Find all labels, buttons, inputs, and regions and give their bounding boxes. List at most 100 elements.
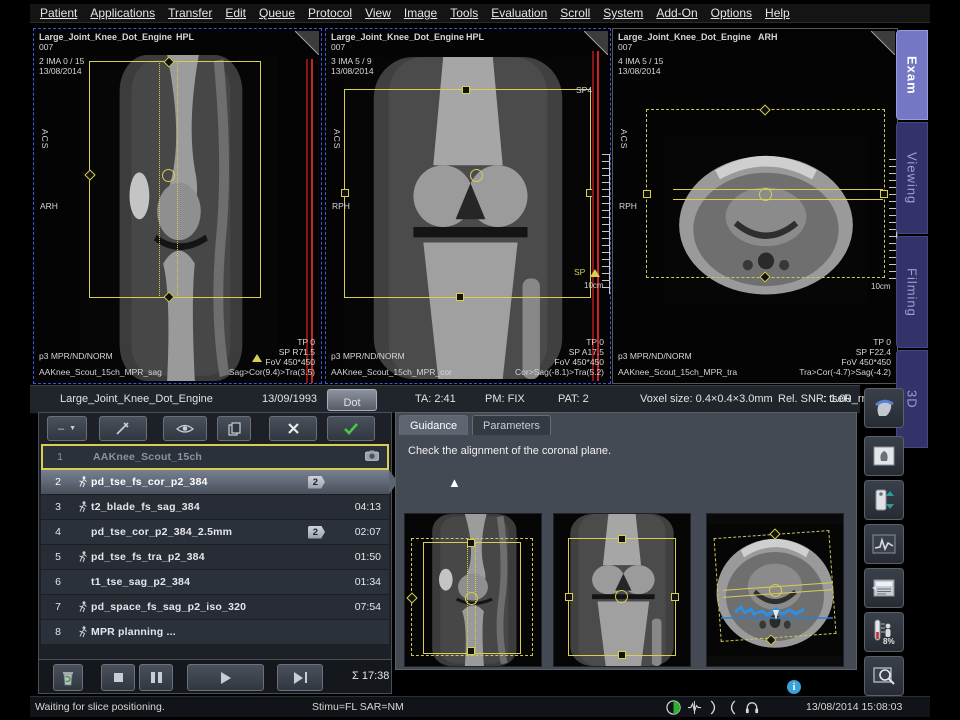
menu-evaluation[interactable]: Evaluation <box>491 6 547 20</box>
dot-button[interactable]: Dot <box>327 389 377 411</box>
patient-head-tool-button[interactable] <box>864 388 904 428</box>
tab-filming[interactable]: Filming <box>896 236 928 348</box>
image-orientation-tool-button[interactable] <box>864 436 904 476</box>
resize-handle[interactable] <box>341 189 349 197</box>
recycle-button[interactable] <box>53 664 83 691</box>
scale-label: 10cm <box>584 281 604 290</box>
vp-date: 13/08/2014 <box>618 66 661 76</box>
menu-scroll[interactable]: Scroll <box>560 6 590 20</box>
vp-plane-label: ARH <box>758 32 778 42</box>
viewport-sagittal[interactable]: Large_Joint_Knee_Dot_Engine HPL 007 2 IM… <box>33 28 322 384</box>
runner-icon <box>75 551 91 563</box>
queue-row-4[interactable]: 4 pd_tse_cor_p2_384_2.5mm 2 02:07 <box>41 520 389 545</box>
resize-handle[interactable] <box>643 190 651 198</box>
menu-queue[interactable]: Queue <box>259 6 295 20</box>
tab-viewing-label: Viewing <box>905 152 920 204</box>
tab-exam[interactable]: Exam <box>896 30 928 120</box>
sar-level-tool-button[interactable]: 8% <box>864 612 904 652</box>
row-number: 6 <box>41 576 75 588</box>
physio-chart-tool-button[interactable] <box>864 524 904 564</box>
center-handle[interactable] <box>162 169 175 182</box>
apply-button[interactable] <box>327 416 375 441</box>
vp-proc: p3 MPR/ND/NORM <box>618 351 692 361</box>
start-button[interactable] <box>187 664 264 691</box>
slice-box-overlay[interactable] <box>89 61 261 298</box>
exam-form-tool-button[interactable] <box>864 568 904 608</box>
corner-fold-icon[interactable] <box>584 31 608 55</box>
zoom-tool-button[interactable] <box>864 656 904 696</box>
guidance-thumb-coronal[interactable] <box>553 513 691 667</box>
patient-table-icon <box>872 488 896 512</box>
menu-view[interactable]: View <box>365 6 391 20</box>
vp-plane-label: HPL <box>466 32 484 42</box>
layout-dropdown-button[interactable]: –▼ <box>47 416 87 441</box>
skip-button[interactable] <box>277 664 323 691</box>
pause-button[interactable] <box>139 664 173 691</box>
queue-row-1[interactable]: 1 AAKnee_Scout_15ch <box>41 444 389 470</box>
vp-orientation: Tra>Cor(-4.7)>Sag(-4.2) <box>799 367 891 377</box>
disk-usage-icon <box>666 700 681 715</box>
queue-row-2[interactable]: 2 pd_tse_fs_cor_p2_384 2 <box>41 470 389 495</box>
center-handle[interactable] <box>470 169 483 182</box>
menu-patient[interactable]: Patient <box>40 6 77 20</box>
rf-pulse-icon <box>687 700 702 715</box>
center-handle[interactable] <box>759 188 772 201</box>
resize-handle[interactable] <box>456 293 464 301</box>
queue-row-6[interactable]: 6 t1_tse_sag_p2_384 01:34 <box>41 570 389 595</box>
queue-row-7[interactable]: 7 pd_space_fs_sag_p2_iso_320 07:54 <box>41 595 389 620</box>
runner-icon <box>75 601 91 613</box>
status-message: Waiting for slice positioning. <box>35 701 165 713</box>
resize-handle[interactable] <box>462 86 470 94</box>
slice-position-marker <box>252 354 262 362</box>
cancel-button[interactable] <box>269 416 317 441</box>
copy-button[interactable] <box>217 416 251 441</box>
slice-position-marker <box>590 269 600 277</box>
menu-bar: Patient Applications Transfer Edit Queue… <box>30 4 930 23</box>
menu-edit[interactable]: Edit <box>225 6 246 20</box>
info-ta: TA: 2:41 <box>415 393 456 405</box>
table-position-tool-button[interactable] <box>864 480 904 520</box>
sequence-name: pd_space_fs_sag_p2_iso_320 <box>91 601 339 613</box>
vp-orient-side: RPH <box>619 201 637 211</box>
sequence-time: 07:54 <box>339 601 389 613</box>
guidance-thumb-sagittal[interactable] <box>404 513 542 667</box>
guidance-thumb-axial[interactable] <box>706 513 844 667</box>
corner-fold-icon[interactable] <box>871 31 895 55</box>
row-number: 1 <box>43 451 77 463</box>
info-icon[interactable]: i <box>787 680 801 694</box>
vp-orient-vert: ACS <box>332 129 342 149</box>
vp-orient-side: RPH <box>332 201 350 211</box>
viewport-axial[interactable]: 10cm Large_Joint_Knee_Dot_Engine ARH 007… <box>612 28 898 384</box>
exam-queue-panel: –▼ 1 <box>38 412 392 660</box>
queue-row-5[interactable]: 5 pd_tse_fs_tra_p2_384 01:50 <box>41 545 389 570</box>
viewport-coronal[interactable]: SP 10cm SP4 Large_Joint_Knee_Dot_Engine … <box>325 28 611 384</box>
corner-fold-icon[interactable] <box>295 31 319 55</box>
tab-viewing[interactable]: Viewing <box>896 122 928 234</box>
menu-addon[interactable]: Add-On <box>656 6 697 20</box>
range-indicator <box>311 59 313 384</box>
status-bar: Waiting for slice positioning. Stimu=FL … <box>30 696 930 717</box>
menu-system[interactable]: System <box>603 6 643 20</box>
queue-row-8[interactable]: 8 MPR planning ... <box>41 620 389 645</box>
image-view-area: Large_Joint_Knee_Dot_Engine HPL 007 2 IM… <box>30 24 930 386</box>
stop-button[interactable] <box>101 664 135 691</box>
menu-options[interactable]: Options <box>711 6 752 20</box>
menu-image[interactable]: Image <box>404 6 437 20</box>
inject-edit-button[interactable] <box>99 416 147 441</box>
queue-row-3[interactable]: 3 t2_blade_fs_sag_384 04:13 <box>41 495 389 520</box>
resize-handle[interactable] <box>880 190 888 198</box>
menu-transfer[interactable]: Transfer <box>168 6 212 20</box>
view-protocol-button[interactable] <box>163 416 207 441</box>
menu-protocol[interactable]: Protocol <box>308 6 352 20</box>
vp-protocol: Large_Joint_Knee_Dot_Engine <box>39 32 172 42</box>
plane-line-overlay <box>673 199 883 200</box>
menu-help[interactable]: Help <box>765 6 790 20</box>
menu-tools[interactable]: Tools <box>450 6 478 20</box>
vp-orient-vert: ACS <box>619 129 629 149</box>
tab-guidance[interactable]: Guidance <box>399 415 468 435</box>
chart-icon <box>872 534 896 554</box>
slice-box-overlay[interactable] <box>344 89 591 298</box>
play-icon <box>221 672 231 684</box>
menu-applications[interactable]: Applications <box>90 6 155 20</box>
tab-parameters[interactable]: Parameters <box>472 415 551 435</box>
